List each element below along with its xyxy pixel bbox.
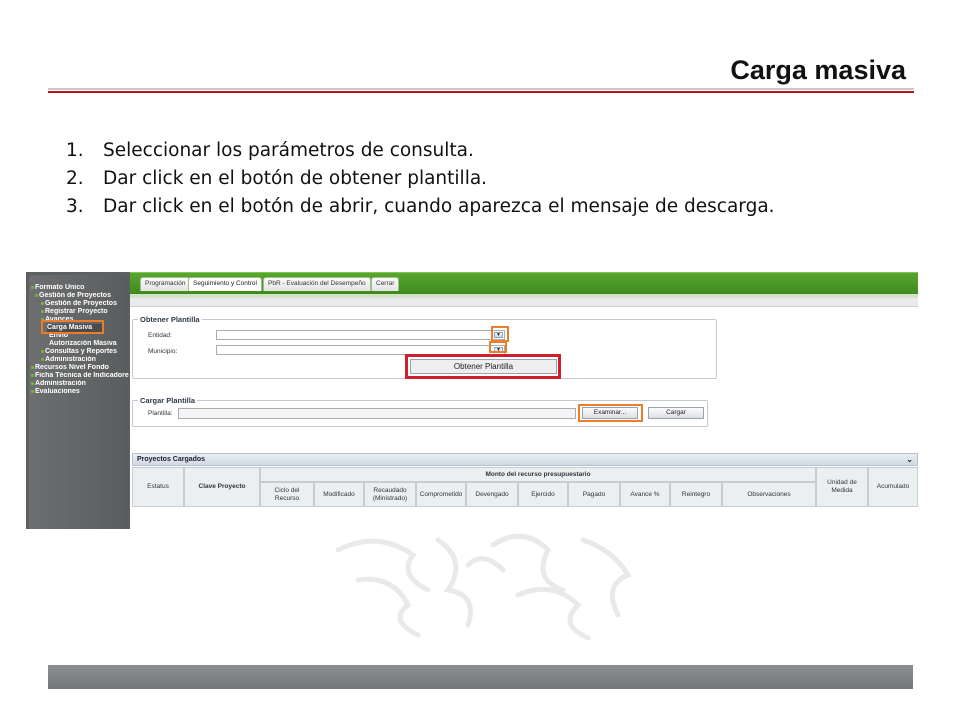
- sidebar-item-consultas-reportes[interactable]: Consultas y Reportes: [29, 348, 129, 356]
- sidebar-item-evaluaciones[interactable]: Evaluaciones: [29, 388, 129, 396]
- municipio-label: Municipio:: [148, 348, 178, 355]
- sidebar-menu: Formato Único Gestión de Proyectos Gesti…: [26, 272, 130, 529]
- highlight-municipio-dropdown: [489, 341, 507, 353]
- column-ejercido: Ejercido: [518, 482, 568, 507]
- obtener-plantilla-legend: Obtener Plantilla: [140, 315, 200, 324]
- column-comprometido: Comprometido: [416, 482, 466, 507]
- column-modificado: Modificado: [314, 482, 364, 507]
- step-number: 1.: [66, 140, 84, 161]
- step-text: Dar click en el botón de abrir, cuando a…: [103, 196, 775, 217]
- sidebar-item-ficha-tecnica[interactable]: Ficha Técnica de Indicadores: [29, 372, 129, 380]
- step-text: Dar click en el botón de obtener plantil…: [103, 168, 488, 189]
- plantilla-label: Plantilla:: [148, 410, 173, 417]
- column-unidad-medida: Unidad de Medida: [816, 467, 868, 507]
- instruction-step: 1. Seleccionar los parámetros de consulta…: [66, 137, 775, 165]
- column-reintegro: Reintegro: [670, 482, 722, 507]
- column-group-monto: Monto del recurso presupuestario: [260, 467, 816, 482]
- instruction-step: 2. Dar click en el botón de obtener plant…: [66, 165, 775, 193]
- sidebar-item-gestion-proyectos[interactable]: Gestión de Proyectos: [29, 292, 129, 300]
- tab-cerrar[interactable]: Cerrar: [371, 277, 400, 291]
- step-text: Seleccionar los parámetros de consulta.: [103, 140, 474, 161]
- tab-bar: Programación Seguimiento y Control PbR -…: [130, 272, 918, 294]
- column-acumulado: Acumulado: [868, 467, 918, 507]
- column-clave-proyecto: Clave Proyecto: [184, 467, 260, 507]
- column-pagado: Pagado: [568, 482, 620, 507]
- highlight-entidad-dropdown: [491, 326, 509, 342]
- column-ciclo-recurso: Ciclo del Recurso: [260, 482, 314, 507]
- sidebar-item-administracion[interactable]: Administración: [29, 356, 129, 364]
- column-observaciones: Observaciones: [722, 482, 816, 507]
- toolbar-strip: [130, 298, 918, 307]
- slide-title: Carga masiva: [730, 55, 906, 85]
- emblem-watermark: [335, 533, 632, 641]
- column-avance: Avance %: [620, 482, 670, 507]
- title-divider: [48, 88, 914, 93]
- plantilla-file-input[interactable]: [178, 408, 576, 419]
- tab-seguimiento-control[interactable]: Seguimiento y Control: [188, 277, 262, 291]
- entidad-select[interactable]: ▼: [216, 330, 505, 340]
- sidebar-item-administracion-root[interactable]: Administración: [29, 380, 129, 388]
- grid-title: Proyectos Cargados: [137, 456, 206, 463]
- sidebar-panel: Formato Único Gestión de Proyectos Gesti…: [29, 275, 129, 529]
- cargar-button[interactable]: Cargar: [648, 407, 704, 419]
- column-devengado: Devengado: [466, 482, 518, 507]
- tab-programacion[interactable]: Programación: [140, 277, 191, 291]
- highlight-carga-masiva: [41, 320, 104, 334]
- footer-bar: [48, 665, 913, 689]
- cargar-plantilla-legend: Cargar Plantilla: [140, 396, 196, 405]
- column-recaudado: Recaudado (Ministrado): [364, 482, 416, 507]
- sidebar-item-recursos-nivel-fondo[interactable]: Recursos Nivel Fondo: [29, 364, 129, 372]
- column-estatus: Estatus: [132, 467, 184, 507]
- tab-pbr-evaluacion[interactable]: PbR - Evaluación del Desempeño: [263, 277, 371, 291]
- main-content: Programación Seguimiento y Control PbR -…: [130, 272, 918, 529]
- entidad-label: Entidad:: [148, 332, 172, 339]
- instruction-step: 3. Dar click en el botón de abrir, cuando…: [66, 193, 775, 221]
- instruction-list: 1. Seleccionar los parámetros de consulta…: [66, 137, 775, 221]
- sidebar-item-gestion-proyectos-sub[interactable]: Gestión de Proyectos: [29, 300, 129, 308]
- sidebar-item-autorizacion-masiva[interactable]: Autorización Masiva: [29, 340, 129, 348]
- sidebar-item-registrar-proyecto[interactable]: Registrar Proyecto: [29, 308, 129, 316]
- step-number: 2.: [66, 168, 84, 189]
- highlight-obtener-button: [405, 354, 561, 379]
- step-number: 3.: [66, 196, 84, 217]
- sidebar-item-formato-unico[interactable]: Formato Único: [29, 284, 129, 292]
- proyectos-cargados-header[interactable]: Proyectos Cargados ⌄: [132, 453, 918, 466]
- chevron-down-icon[interactable]: ⌄: [906, 454, 913, 465]
- app-screenshot: Formato Único Gestión de Proyectos Gesti…: [26, 272, 918, 529]
- highlight-examinar: [578, 404, 643, 422]
